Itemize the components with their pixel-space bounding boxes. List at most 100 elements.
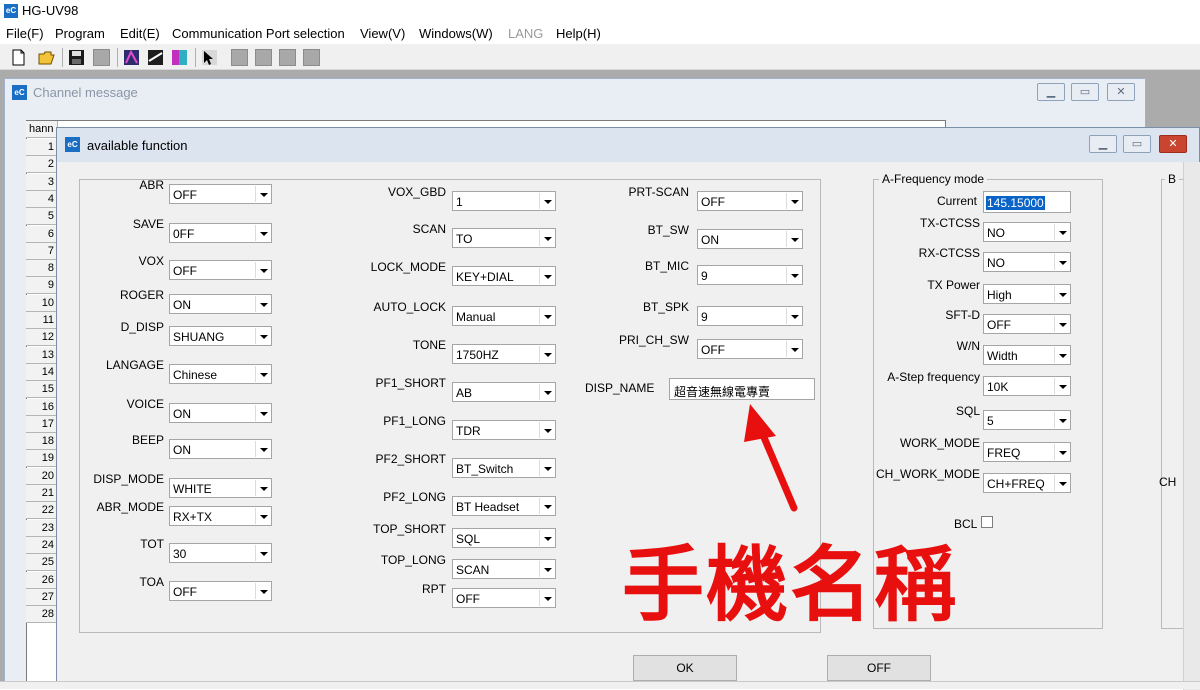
disabled-tool-icon[interactable] [303, 49, 320, 66]
menu-help[interactable]: Help(H) [556, 26, 601, 41]
freq-field-select[interactable]: CH+FREQ [983, 473, 1071, 493]
dialog-minimize-button[interactable]: ▁ [1089, 135, 1117, 153]
dropdown-arrow-icon[interactable] [255, 262, 270, 278]
col3-field-select[interactable]: 9 [697, 306, 803, 326]
help-cursor-icon[interactable] [201, 49, 218, 66]
dropdown-arrow-icon[interactable] [786, 231, 801, 247]
new-file-icon[interactable] [10, 49, 27, 66]
col1-field-select[interactable]: WHITE [169, 478, 272, 498]
freq-field-select[interactable]: OFF [983, 314, 1071, 334]
col2-field-select[interactable]: 1 [452, 191, 556, 211]
menu-edit[interactable]: Edit(E) [120, 26, 160, 41]
col2-field-select[interactable]: BT Headset [452, 496, 556, 516]
col2-field-select[interactable]: OFF [452, 588, 556, 608]
menu-file[interactable]: File(F) [6, 26, 44, 41]
grid-row-number[interactable]: 4 [26, 190, 58, 208]
dropdown-arrow-icon[interactable] [539, 346, 554, 362]
col1-field-select[interactable]: SHUANG [169, 326, 272, 346]
minimize-button[interactable]: ▁ [1037, 83, 1065, 101]
write-radio-icon[interactable] [147, 49, 164, 66]
dropdown-arrow-icon[interactable] [539, 193, 554, 209]
grid-row-number[interactable]: 27 [26, 588, 58, 606]
col2-field-select[interactable]: AB [452, 382, 556, 402]
dropdown-arrow-icon[interactable] [539, 561, 554, 577]
horizontal-scrollbar[interactable] [0, 681, 1200, 689]
dropdown-arrow-icon[interactable] [255, 405, 270, 421]
col1-field-select[interactable]: OFF [169, 581, 272, 601]
col1-field-select[interactable]: Chinese [169, 364, 272, 384]
grid-row-number[interactable]: 2 [26, 156, 58, 174]
dropdown-arrow-icon[interactable] [1054, 475, 1069, 491]
dropdown-arrow-icon[interactable] [1054, 412, 1069, 428]
col2-field-select[interactable]: SCAN [452, 559, 556, 579]
disabled-tool-icon[interactable] [231, 49, 248, 66]
dropdown-arrow-icon[interactable] [786, 193, 801, 209]
dropdown-arrow-icon[interactable] [255, 328, 270, 344]
col2-field-select[interactable]: Manual [452, 306, 556, 326]
dropdown-arrow-icon[interactable] [1054, 224, 1069, 240]
dropdown-arrow-icon[interactable] [1054, 254, 1069, 270]
col1-field-select[interactable]: ON [169, 439, 272, 459]
col3-field-select[interactable]: OFF [697, 339, 803, 359]
disabled-tool-icon[interactable] [93, 49, 110, 66]
dialog-vertical-scrollbar[interactable] [1183, 162, 1200, 690]
dropdown-arrow-icon[interactable] [539, 230, 554, 246]
dropdown-arrow-icon[interactable] [255, 186, 270, 202]
col3-field-select[interactable]: 9 [697, 265, 803, 285]
dropdown-arrow-icon[interactable] [539, 460, 554, 476]
disabled-tool-icon[interactable] [255, 49, 272, 66]
grid-row-number[interactable]: 17 [26, 415, 58, 433]
close-button[interactable]: ✕ [1107, 83, 1135, 101]
freq-field-select[interactable]: Width [983, 345, 1071, 365]
dropdown-arrow-icon[interactable] [1054, 347, 1069, 363]
dropdown-arrow-icon[interactable] [539, 384, 554, 400]
disabled-tool-icon[interactable] [279, 49, 296, 66]
col3-field-select[interactable]: ON [697, 229, 803, 249]
grid-row-number[interactable]: 1 [26, 139, 58, 156]
dropdown-arrow-icon[interactable] [255, 441, 270, 457]
dialog-maximize-button[interactable]: ▭ [1123, 135, 1151, 153]
read-radio-icon[interactable] [123, 49, 140, 66]
dialog-close-button[interactable]: ✕ [1159, 135, 1187, 153]
off-button[interactable]: OFF [827, 655, 931, 681]
col2-field-select[interactable]: 1750HZ [452, 344, 556, 364]
dropdown-arrow-icon[interactable] [786, 341, 801, 357]
grid-row-number[interactable]: 19 [26, 450, 58, 468]
menu-program[interactable]: Program [55, 26, 105, 41]
freq-field-select[interactable]: NO [983, 252, 1071, 272]
col1-field-select[interactable]: 0FF [169, 223, 272, 243]
dropdown-arrow-icon[interactable] [539, 590, 554, 606]
dropdown-arrow-icon[interactable] [255, 508, 270, 524]
grid-row-number[interactable]: 23 [26, 519, 58, 537]
dropdown-arrow-icon[interactable] [539, 268, 554, 284]
dropdown-arrow-icon[interactable] [786, 267, 801, 283]
col2-field-select[interactable]: TDR [452, 420, 556, 440]
dropdown-arrow-icon[interactable] [539, 498, 554, 514]
col1-field-select[interactable]: 30 [169, 543, 272, 563]
grid-row-number[interactable]: 25 [26, 554, 58, 572]
col1-field-select[interactable]: ON [169, 403, 272, 423]
dropdown-arrow-icon[interactable] [1054, 316, 1069, 332]
col1-field-select[interactable]: RX+TX [169, 506, 272, 526]
dropdown-arrow-icon[interactable] [1054, 378, 1069, 394]
color-tool-icon[interactable] [171, 49, 188, 66]
col3-field-select[interactable]: OFF [697, 191, 803, 211]
dropdown-arrow-icon[interactable] [255, 480, 270, 496]
dropdown-arrow-icon[interactable] [539, 422, 554, 438]
dropdown-arrow-icon[interactable] [1054, 444, 1069, 460]
dropdown-arrow-icon[interactable] [1054, 286, 1069, 302]
save-icon[interactable] [68, 49, 85, 66]
col2-field-select[interactable]: TO [452, 228, 556, 248]
freq-field-select[interactable]: NO [983, 222, 1071, 242]
bcl-checkbox[interactable] [981, 516, 993, 528]
menu-windows[interactable]: Windows(W) [419, 26, 493, 41]
freq-field-select[interactable]: High [983, 284, 1071, 304]
freq-field-select[interactable]: 5 [983, 410, 1071, 430]
col1-field-select[interactable]: ON [169, 294, 272, 314]
dropdown-arrow-icon[interactable] [255, 296, 270, 312]
menu-communication-port[interactable]: Communication Port selection [172, 26, 345, 41]
freq-field-select[interactable]: 10K [983, 376, 1071, 396]
menu-view[interactable]: View(V) [360, 26, 405, 41]
dropdown-arrow-icon[interactable] [255, 583, 270, 599]
maximize-button[interactable]: ▭ [1071, 83, 1099, 101]
